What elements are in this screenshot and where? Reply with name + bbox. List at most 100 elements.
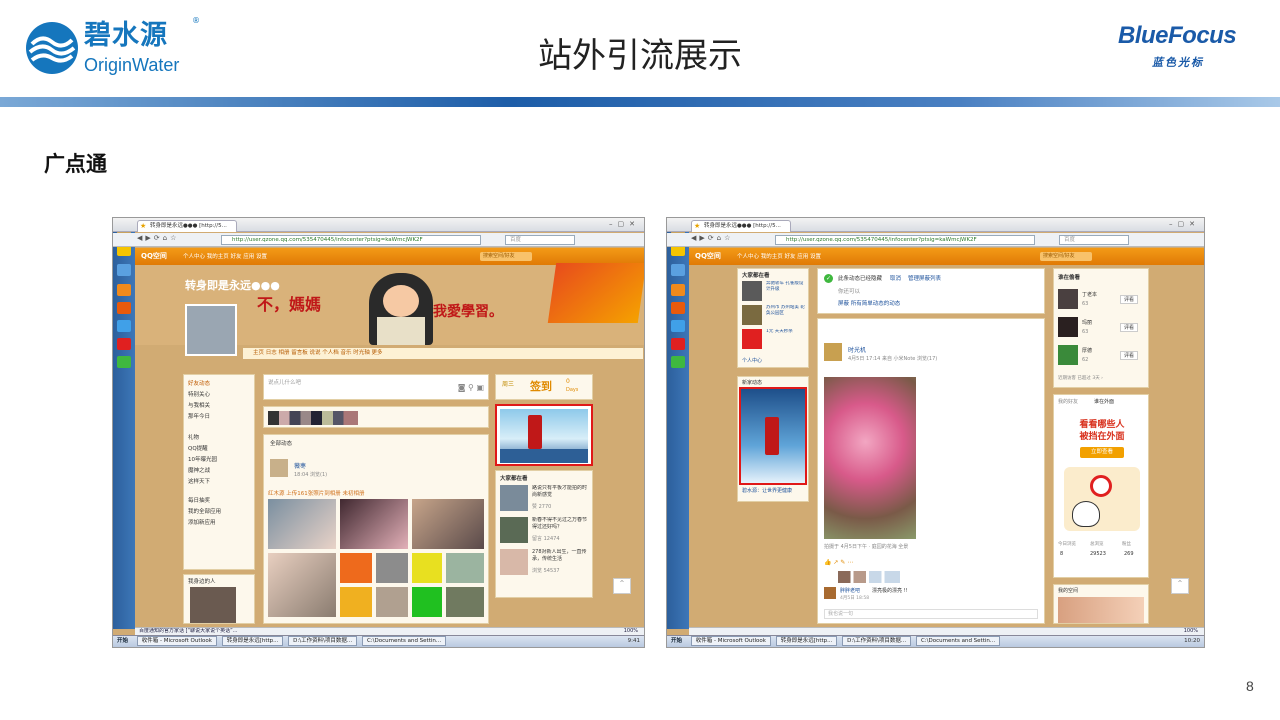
game-icon[interactable] bbox=[671, 356, 685, 368]
browser-tab[interactable]: ★ 转身即是永远●●● [http://5... bbox=[691, 220, 791, 232]
recommend-item[interactable]: 278对新人出生，一直传承，传统生活 bbox=[532, 549, 590, 563]
left-menu-item[interactable]: 特别关心 bbox=[188, 390, 252, 401]
taskbar-item[interactable]: C:\Documents and Settin... bbox=[915, 636, 1001, 646]
signin-panel[interactable]: 周三 签到 0 Days bbox=[495, 374, 593, 400]
left-menu-item[interactable]: 我的全部应用 bbox=[188, 507, 252, 518]
rss-icon[interactable] bbox=[671, 284, 685, 296]
start-button[interactable]: 开始 bbox=[667, 636, 686, 647]
recommend-item[interactable]: 新春不得不见过之万春节得过还好吗？ bbox=[532, 517, 590, 531]
rss-icon[interactable] bbox=[117, 284, 131, 296]
visitor-avatar[interactable] bbox=[1058, 345, 1078, 365]
feed-icon[interactable] bbox=[671, 302, 685, 314]
left-menu-item[interactable]: 每日抽奖 bbox=[188, 496, 252, 507]
person-photo[interactable] bbox=[190, 587, 236, 623]
post-avatar[interactable] bbox=[824, 343, 842, 361]
qzone-logo[interactable]: QQ空间 bbox=[141, 251, 167, 261]
scroll-top-button[interactable]: ⌃ bbox=[1171, 578, 1189, 594]
visitor-name[interactable]: 厚德 bbox=[1082, 347, 1092, 354]
feed-photo[interactable] bbox=[340, 587, 372, 617]
cloud-icon[interactable] bbox=[671, 320, 685, 332]
zoom-level[interactable]: 100% bbox=[624, 628, 638, 635]
left-menu-item[interactable]: 魔神之战 bbox=[188, 466, 252, 477]
visitor-button[interactable]: 评看 bbox=[1120, 323, 1139, 332]
taskbar-item[interactable]: 转身即是永远[http... bbox=[775, 636, 838, 646]
recommend-thumb[interactable] bbox=[500, 517, 528, 543]
left-menu-item[interactable]: 礼物 bbox=[188, 433, 252, 444]
left-menu-item[interactable]: 那年今日 bbox=[188, 412, 252, 423]
profile-avatar[interactable] bbox=[185, 304, 237, 356]
like-avatars[interactable] bbox=[838, 571, 900, 583]
window-controls[interactable]: –▢✕ bbox=[609, 220, 640, 228]
my-space-photo[interactable] bbox=[1058, 597, 1144, 623]
feed-caption[interactable]: 红木源 上传161张照片到相册 未初相册 bbox=[268, 489, 365, 497]
feed-photo[interactable] bbox=[340, 499, 408, 549]
left-item[interactable]: 奔驰轿车 孔雀版设计升级 bbox=[766, 281, 806, 299]
nav-buttons[interactable]: ◀▶⟳⌂☆ bbox=[137, 234, 179, 242]
left-menu-item[interactable]: 添加新应用 bbox=[188, 518, 252, 529]
taskbar-item[interactable]: 转身即是永远[http... bbox=[221, 636, 284, 646]
feed-user[interactable]: 薇枣 bbox=[294, 461, 306, 470]
gdt-ad-panel[interactable] bbox=[495, 404, 593, 466]
search-input[interactable]: 百度 bbox=[1059, 235, 1129, 245]
visitor-name[interactable]: 玛丽 bbox=[1082, 319, 1092, 326]
comment-avatar[interactable] bbox=[824, 587, 836, 599]
feed-photo[interactable] bbox=[340, 553, 372, 583]
feed-photo[interactable] bbox=[268, 553, 336, 617]
post-actions[interactable]: 👍 ↗ ✎ ⋯ bbox=[824, 559, 853, 566]
feed-photo[interactable] bbox=[412, 587, 442, 617]
browser-tab[interactable]: ★ 转身即是永远●●● [http://5... bbox=[137, 220, 237, 232]
window-controls[interactable]: –▢✕ bbox=[1169, 220, 1200, 228]
friend-avatars[interactable] bbox=[268, 411, 358, 425]
visitors-footer[interactable]: 近期访客 已超过 3天 › bbox=[1058, 375, 1103, 381]
promo-tab[interactable]: 谁在外面 bbox=[1094, 398, 1114, 405]
left-menu-item[interactable]: 这样天下 bbox=[188, 477, 252, 488]
url-input[interactable]: http://user.qzone.qq.com/535470445/infoc… bbox=[775, 235, 1035, 245]
feed-photo[interactable] bbox=[268, 499, 336, 549]
left-menu-item[interactable]: 10年曝光园 bbox=[188, 455, 252, 466]
scroll-top-button[interactable]: ⌃ bbox=[613, 578, 631, 594]
manage-block-link[interactable]: 管理屏蔽列表 bbox=[908, 274, 941, 282]
visitor-button[interactable]: 评看 bbox=[1120, 351, 1139, 360]
block-link[interactable]: 屏蔽 所有简单动态的动态 bbox=[838, 299, 900, 307]
left-menu-item[interactable]: QQ提醒 bbox=[188, 444, 252, 455]
qzone-menu[interactable]: 个人中心 我的主页 好友 应用 设置 bbox=[737, 252, 821, 260]
feed-photo[interactable] bbox=[412, 553, 442, 583]
taskbar-item[interactable]: D:\工作资料\项目数据... bbox=[842, 636, 912, 646]
recommend-item[interactable]: 路说只有平板才能拍的时尚新感觉 bbox=[532, 485, 590, 499]
qzone-search-input[interactable]: 搜索空间/好友 bbox=[1040, 252, 1092, 261]
feed-photo[interactable] bbox=[376, 587, 408, 617]
cancel-hide-link[interactable]: 取消 bbox=[890, 274, 901, 282]
post-composer[interactable]: 说点儿什么吧 ◙ ⚲ ▣ bbox=[263, 374, 489, 400]
feed-photo[interactable] bbox=[446, 553, 484, 583]
ad-box-link[interactable]: 碧水源：让世界更健康 bbox=[742, 487, 792, 494]
search-input[interactable]: 百度 bbox=[505, 235, 575, 245]
download-icon[interactable] bbox=[671, 264, 685, 276]
left-menu-item[interactable]: 与我相关 bbox=[188, 401, 252, 412]
taskbar-item[interactable]: 收件箱 - Microsoft Outlook bbox=[136, 636, 217, 646]
visitor-avatar[interactable] bbox=[1058, 289, 1078, 309]
visitor-button[interactable]: 评看 bbox=[1120, 295, 1139, 304]
comment-input[interactable]: 我也说一句 bbox=[824, 609, 1038, 619]
left-thumb[interactable] bbox=[742, 305, 762, 325]
left-thumb[interactable] bbox=[742, 281, 762, 301]
feed-header[interactable]: 全部动态 bbox=[270, 439, 292, 447]
visitor-avatar[interactable] bbox=[1058, 317, 1078, 337]
post-photo-flowers[interactable] bbox=[824, 377, 916, 539]
taskbar-item[interactable]: 收件箱 - Microsoft Outlook bbox=[690, 636, 771, 646]
start-button[interactable]: 开始 bbox=[113, 636, 132, 647]
left-item[interactable]: 苏州市 苏州站美 轮奂公园区 bbox=[766, 305, 806, 323]
promo-button[interactable]: 立即查看 bbox=[1080, 447, 1124, 458]
recommend-thumb[interactable] bbox=[500, 485, 528, 511]
feed-photo[interactable] bbox=[412, 499, 484, 549]
left-menu-item[interactable]: 好友动态 bbox=[188, 379, 252, 390]
visitor-name[interactable]: 丁老本 bbox=[1082, 291, 1097, 298]
feed-photo[interactable] bbox=[376, 553, 408, 583]
left-footer-link[interactable]: 个人中心 bbox=[742, 357, 762, 364]
taskbar-item[interactable]: D:\工作资料\项目数据... bbox=[288, 636, 358, 646]
camera-icon[interactable]: ◙ ⚲ ▣ bbox=[458, 383, 484, 392]
game-icon[interactable] bbox=[117, 356, 131, 368]
post-user[interactable]: 时光机 bbox=[848, 345, 866, 354]
recommend-thumb[interactable] bbox=[500, 549, 528, 575]
feed-icon[interactable] bbox=[117, 302, 131, 314]
signin-label[interactable]: 签到 bbox=[530, 378, 552, 394]
